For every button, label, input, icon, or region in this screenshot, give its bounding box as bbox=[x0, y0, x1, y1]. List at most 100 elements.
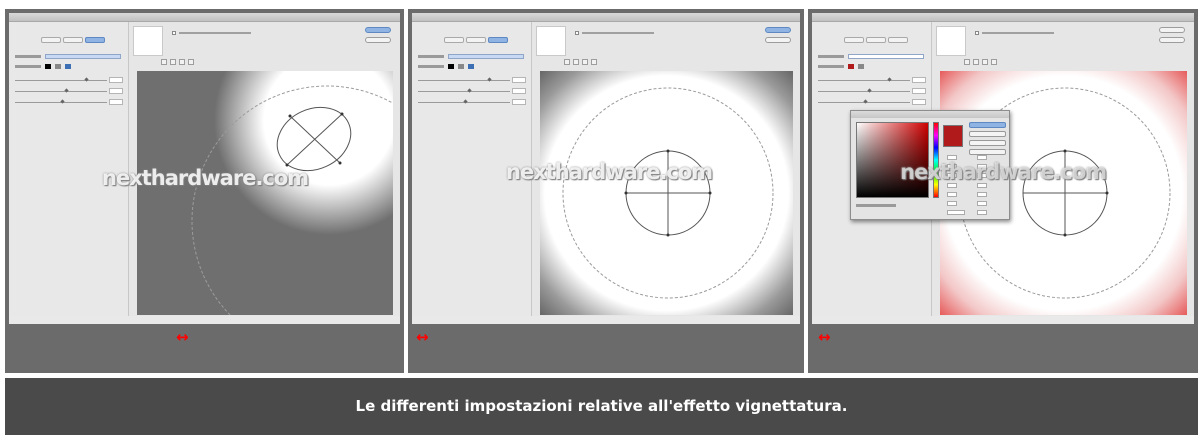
slider-2-value[interactable] bbox=[109, 88, 123, 94]
slider-3[interactable] bbox=[15, 99, 107, 104]
hand-tool-icon[interactable] bbox=[964, 59, 970, 65]
tab-2[interactable] bbox=[866, 37, 886, 43]
tab-2[interactable] bbox=[466, 37, 486, 43]
tab-vignette[interactable] bbox=[488, 37, 508, 43]
preset-select[interactable] bbox=[848, 54, 924, 59]
slider-thumb[interactable] bbox=[60, 99, 65, 104]
color-row bbox=[418, 64, 526, 70]
slider-3-value[interactable] bbox=[109, 99, 123, 105]
current-color-swatch bbox=[943, 125, 963, 147]
preset-label bbox=[418, 55, 444, 58]
tab-2[interactable] bbox=[63, 37, 83, 43]
black-field[interactable] bbox=[977, 210, 987, 215]
picker-cancel-button[interactable] bbox=[969, 131, 1006, 137]
web-colors-only-checkbox[interactable] bbox=[856, 204, 896, 207]
slider-2-value[interactable] bbox=[912, 88, 926, 94]
view-option-icon[interactable] bbox=[991, 59, 997, 65]
tab-1[interactable] bbox=[444, 37, 464, 43]
vignette-overlay bbox=[191, 85, 393, 315]
preview-canvas[interactable] bbox=[540, 71, 793, 315]
slider-2[interactable] bbox=[818, 88, 910, 93]
view-option-icon[interactable] bbox=[591, 59, 597, 65]
cancel-button[interactable] bbox=[765, 37, 791, 43]
preview-checkbox[interactable] bbox=[172, 31, 252, 35]
watermark-text: nexthardware.com bbox=[506, 160, 713, 184]
watermark-text: nexthardware.com bbox=[102, 166, 309, 190]
slider-thumb[interactable] bbox=[84, 77, 89, 82]
window-titlebar[interactable] bbox=[9, 13, 400, 22]
preview-thumbnail bbox=[536, 26, 566, 56]
color-option[interactable] bbox=[858, 64, 864, 69]
zoom-fit-icon[interactable] bbox=[582, 59, 588, 65]
color-swatch[interactable] bbox=[848, 64, 854, 69]
slider-thumb[interactable] bbox=[487, 77, 492, 82]
tool-row bbox=[161, 50, 251, 65]
slider-thumb[interactable] bbox=[867, 88, 872, 93]
zoom-tool-icon[interactable] bbox=[573, 59, 579, 65]
slider-1-value[interactable] bbox=[109, 77, 123, 83]
preset-row bbox=[418, 54, 526, 60]
window-titlebar[interactable] bbox=[812, 13, 1194, 22]
zoom-fit-icon[interactable] bbox=[179, 59, 185, 65]
tab-vignette[interactable] bbox=[85, 37, 105, 43]
vignette-overlay bbox=[562, 87, 774, 299]
preview-checkbox[interactable] bbox=[975, 31, 1055, 35]
tab-vignette[interactable] bbox=[888, 37, 908, 43]
preset-select[interactable] bbox=[448, 54, 524, 59]
preset-row bbox=[818, 54, 926, 60]
ok-button[interactable] bbox=[1159, 27, 1185, 33]
preview-canvas[interactable] bbox=[137, 71, 393, 315]
slider-1[interactable] bbox=[15, 77, 107, 82]
slider-thumb[interactable] bbox=[463, 99, 468, 104]
slider-1-value[interactable] bbox=[512, 77, 526, 83]
preset-select[interactable] bbox=[45, 54, 121, 59]
blue-field[interactable] bbox=[947, 201, 957, 206]
slider-thumb[interactable] bbox=[863, 99, 868, 104]
color-row bbox=[15, 64, 123, 70]
picker-ok-button[interactable] bbox=[969, 122, 1006, 128]
ok-button[interactable] bbox=[365, 27, 391, 33]
view-option-icon[interactable] bbox=[188, 59, 194, 65]
zoom-fit-icon[interactable] bbox=[982, 59, 988, 65]
slider-3-value[interactable] bbox=[912, 99, 926, 105]
color-option[interactable] bbox=[65, 64, 71, 69]
preview-checkbox[interactable] bbox=[575, 31, 655, 35]
magenta-field[interactable] bbox=[977, 192, 987, 197]
color-option[interactable] bbox=[55, 64, 61, 69]
hex-field[interactable] bbox=[947, 210, 965, 215]
hand-tool-icon[interactable] bbox=[564, 59, 570, 65]
preset-row bbox=[15, 54, 123, 60]
cancel-button[interactable] bbox=[365, 37, 391, 43]
color-swatch[interactable] bbox=[448, 64, 454, 69]
green-field[interactable] bbox=[947, 192, 957, 197]
screenshot-panel-2: nexthardware.com ↔ bbox=[408, 9, 804, 373]
tab-1[interactable] bbox=[844, 37, 864, 43]
slider-thumb[interactable] bbox=[467, 88, 472, 93]
tab-1[interactable] bbox=[41, 37, 61, 43]
ok-button[interactable] bbox=[765, 27, 791, 33]
slider-1[interactable] bbox=[818, 77, 910, 82]
slider-2[interactable] bbox=[418, 88, 510, 93]
slider-thumb[interactable] bbox=[887, 77, 892, 82]
slider-3-value[interactable] bbox=[512, 99, 526, 105]
slider-3[interactable] bbox=[818, 99, 910, 104]
status-bar bbox=[412, 316, 800, 324]
hand-tool-icon[interactable] bbox=[161, 59, 167, 65]
status-bar bbox=[812, 316, 1194, 324]
slider-2-value[interactable] bbox=[512, 88, 526, 94]
slider-3[interactable] bbox=[418, 99, 510, 104]
color-picker-titlebar[interactable] bbox=[851, 111, 1009, 118]
slider-2[interactable] bbox=[15, 88, 107, 93]
color-option[interactable] bbox=[468, 64, 474, 69]
window-titlebar[interactable] bbox=[412, 13, 800, 22]
zoom-tool-icon[interactable] bbox=[170, 59, 176, 65]
slider-1-value[interactable] bbox=[912, 77, 926, 83]
zoom-tool-icon[interactable] bbox=[973, 59, 979, 65]
slider-thumb[interactable] bbox=[64, 88, 69, 93]
yellow-field[interactable] bbox=[977, 201, 987, 206]
add-to-swatches-button[interactable] bbox=[969, 140, 1006, 146]
cancel-button[interactable] bbox=[1159, 37, 1185, 43]
color-option[interactable] bbox=[458, 64, 464, 69]
slider-1[interactable] bbox=[418, 77, 510, 82]
color-swatch[interactable] bbox=[45, 64, 51, 69]
